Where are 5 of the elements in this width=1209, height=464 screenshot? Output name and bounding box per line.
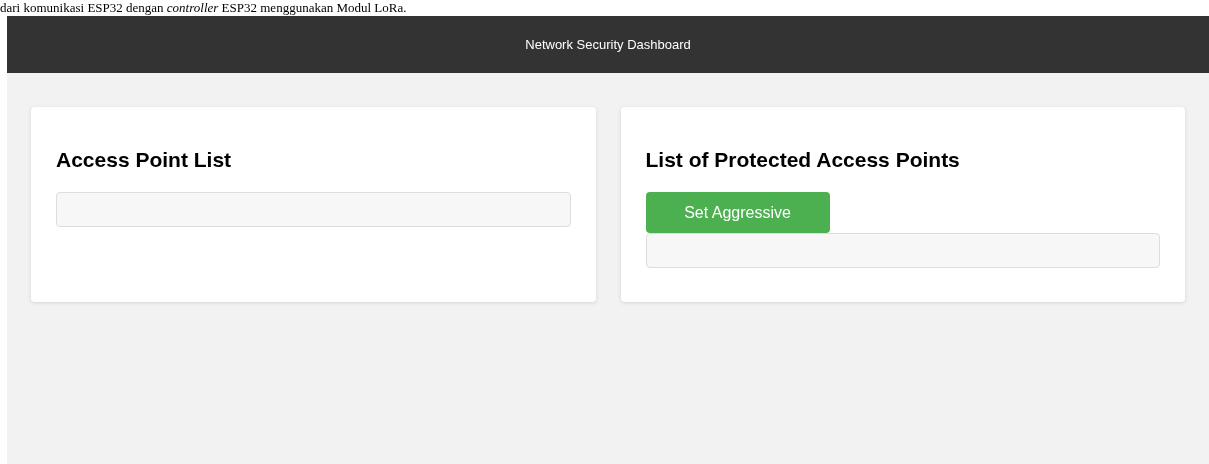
set-aggressive-button[interactable]: Set Aggressive xyxy=(645,192,830,233)
card-title: Access Point List xyxy=(56,147,233,173)
document-text: dari komunikasi ESP32 dengan controller ESP32 menggunakan Modul LoRa. xyxy=(0,0,407,16)
card-title: List of Protected Access Points xyxy=(645,147,961,173)
header-title: Network Security Dashboard xyxy=(525,35,691,54)
